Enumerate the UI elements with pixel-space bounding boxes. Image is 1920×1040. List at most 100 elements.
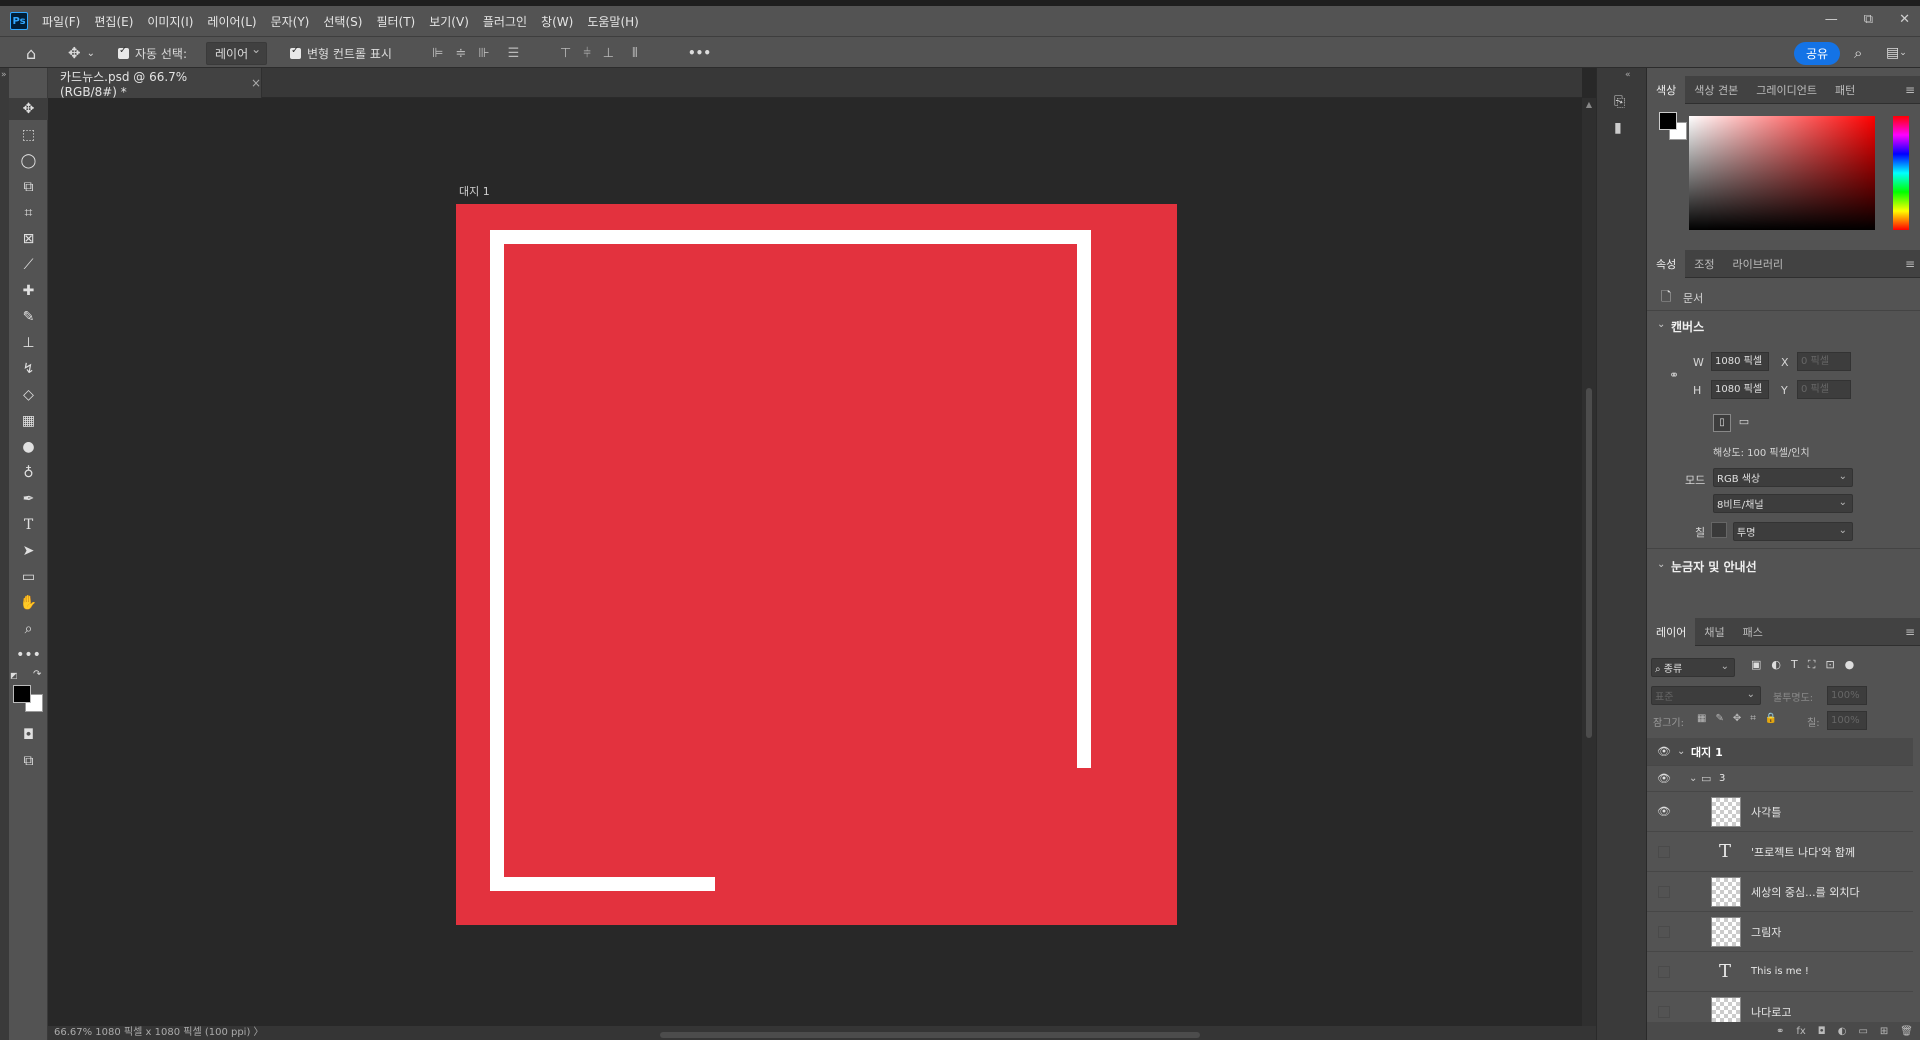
filter-adjustment-icon[interactable]: ◐ [1771,658,1781,672]
document-tab[interactable]: 카드뉴스.psd @ 66.7% (RGB/8#) * × [48,68,262,99]
quick-mask-icon[interactable]: ◘ [9,724,48,746]
visibility-eye-icon[interactable]: 👁 [1657,805,1673,818]
hand-tool-icon[interactable]: ✋ [9,592,48,614]
tab-patterns[interactable]: 패턴 [1826,76,1864,104]
hue-slider[interactable] [1893,116,1909,230]
align-right-icon[interactable]: ⊪ [478,46,489,61]
horizontal-scroll-thumb[interactable] [660,1032,1200,1038]
move-tool-icon[interactable]: ✥ [9,98,48,120]
zoom-tool-icon[interactable]: ⌕ [9,618,48,640]
align-top-icon[interactable]: ⊤ [560,46,571,61]
chevron-down-icon[interactable]: ⌄ [1689,773,1697,784]
align-bottom-icon[interactable]: ⊥ [603,46,614,61]
opacity-field[interactable]: 100% [1827,686,1867,705]
eraser-tool-icon[interactable]: ◇ [9,384,48,406]
distribute-vertical-icon[interactable]: ⫴ [632,46,637,61]
type-tool-icon[interactable]: T [9,514,48,536]
search-icon[interactable]: ⌕ [1854,37,1862,69]
close-window-button[interactable]: ✕ [1899,12,1910,27]
close-tab-icon[interactable]: × [251,76,261,90]
color-fg-swatch[interactable] [1659,112,1677,130]
layer-row[interactable]: 👁 ⌄ ▭ 3 [1647,766,1913,792]
chevron-down-icon[interactable]: ⌄ [1657,559,1665,570]
panel-menu-icon[interactable]: ≡ [1905,257,1915,271]
filter-pixel-icon[interactable]: ▣ [1751,658,1761,672]
brush-tool-icon[interactable]: ✎ [9,306,48,328]
link-layers-icon[interactable]: ⚭ [1776,1026,1784,1037]
bit-depth-dropdown[interactable]: 8비트/채널 [1713,494,1853,513]
fill-swatch[interactable] [1711,522,1727,538]
clone-stamp-tool-icon[interactable]: ⊥ [9,332,48,354]
portrait-orientation-icon[interactable]: ▯ [1713,414,1731,432]
menu-view[interactable]: 보기(V) [429,13,469,30]
menu-image[interactable]: 이미지(I) [147,13,193,30]
crop-tool-icon[interactable]: ⌗ [9,202,48,224]
panel-menu-icon[interactable]: ≡ [1905,625,1915,639]
tab-layers[interactable]: 레이어 [1647,617,1696,646]
menu-help[interactable]: 도움말(H) [587,13,639,30]
frame-tool-icon[interactable]: ⊠ [9,228,48,250]
panel-menu-icon[interactable]: ≡ [1905,83,1915,97]
chevron-down-icon[interactable]: ⌄ [1657,319,1665,330]
x-field[interactable]: 0 픽셀 [1797,352,1851,371]
vertical-scroll-thumb[interactable] [1586,388,1592,738]
menu-filter[interactable]: 필터(T) [376,13,415,30]
fill-dropdown[interactable]: 투명 [1733,522,1853,541]
dodge-tool-icon[interactable]: ♁ [9,462,48,484]
visibility-toggle-empty[interactable] [1658,845,1670,858]
collapse-icon[interactable]: » [0,68,9,82]
visibility-toggle-empty[interactable] [1658,925,1670,938]
distribute-icon[interactable]: ☰ [508,46,520,61]
share-button[interactable]: 공유 [1794,41,1841,65]
layer-style-icon[interactable]: fx [1796,1026,1805,1037]
pen-tool-icon[interactable]: ✒ [9,488,48,510]
y-field[interactable]: 0 픽셀 [1797,380,1851,399]
menu-window[interactable]: 창(W) [541,13,573,30]
lock-artboard-icon[interactable]: ⌗ [1750,713,1756,724]
healing-brush-tool-icon[interactable]: ✚ [9,280,48,302]
path-selection-tool-icon[interactable]: ➤ [9,540,48,562]
filter-toggle-icon[interactable]: ● [1845,658,1855,672]
menu-type[interactable]: 문자(Y) [271,13,310,30]
lock-pixels-icon[interactable]: ✎ [1715,713,1723,724]
rectangle-tool-icon[interactable]: ▭ [9,566,48,588]
minimize-button[interactable]: — [1825,12,1838,27]
scroll-up-icon[interactable]: ▲ [1582,100,1596,109]
new-group-icon[interactable]: ▭ [1858,1026,1867,1037]
auto-select-checkbox[interactable]: 자동 선택: [118,37,187,69]
layer-row[interactable]: 👁 사각틀 [1647,792,1913,832]
tab-libraries[interactable]: 라이브러리 [1724,250,1793,278]
lock-position-icon[interactable]: ✥ [1733,713,1741,724]
artboard[interactable] [456,204,1177,925]
screen-mode-icon[interactable]: ⧉ [9,750,48,772]
eyedropper-tool-icon[interactable]: ⟋ [9,254,48,276]
layer-row[interactable]: 그림자 [1647,912,1913,952]
blend-mode-dropdown[interactable]: 표준 [1651,686,1761,705]
filter-shape-icon[interactable]: ⛶ [1808,658,1816,672]
visibility-toggle-empty[interactable] [1658,1005,1670,1018]
tab-swatches[interactable]: 색상 견본 [1685,76,1747,104]
artboard-label[interactable]: 대지 1 [459,183,490,199]
vertical-scrollbar[interactable]: ▲ [1582,98,1596,1034]
link-icon[interactable]: ⚭ [1669,368,1679,382]
visibility-toggle-empty[interactable] [1658,965,1670,978]
align-middle-icon[interactable]: ⫩ [583,46,590,61]
align-center-icon[interactable]: ≑ [455,46,466,61]
more-options-button[interactable]: ••• [688,37,711,69]
adjustment-layer-icon[interactable]: ◐ [1838,1026,1847,1037]
tab-adjustments[interactable]: 조정 [1685,250,1723,278]
filter-type-icon[interactable]: T [1791,658,1798,672]
visibility-toggle-empty[interactable] [1658,885,1670,898]
width-field[interactable]: 1080 픽셀 [1711,352,1769,371]
lock-all-icon[interactable]: 🔒 [1765,713,1777,724]
align-left-icon[interactable]: ⊫ [432,46,443,61]
canvas-section-header[interactable]: 캔버스 [1671,318,1704,335]
move-tool-icon[interactable]: ✥ ⌄ [68,37,95,69]
default-colors-icon[interactable]: ◩ [10,671,20,681]
workspace-icon[interactable]: ▤ ⌄ [1886,37,1907,69]
new-layer-icon[interactable]: ⊞ [1880,1026,1888,1037]
home-icon[interactable]: ⌂ [26,37,36,69]
tab-gradients[interactable]: 그레이디언트 [1747,76,1826,104]
filter-smart-object-icon[interactable]: ⊡ [1825,658,1834,672]
tab-paths[interactable]: 패스 [1734,618,1772,646]
